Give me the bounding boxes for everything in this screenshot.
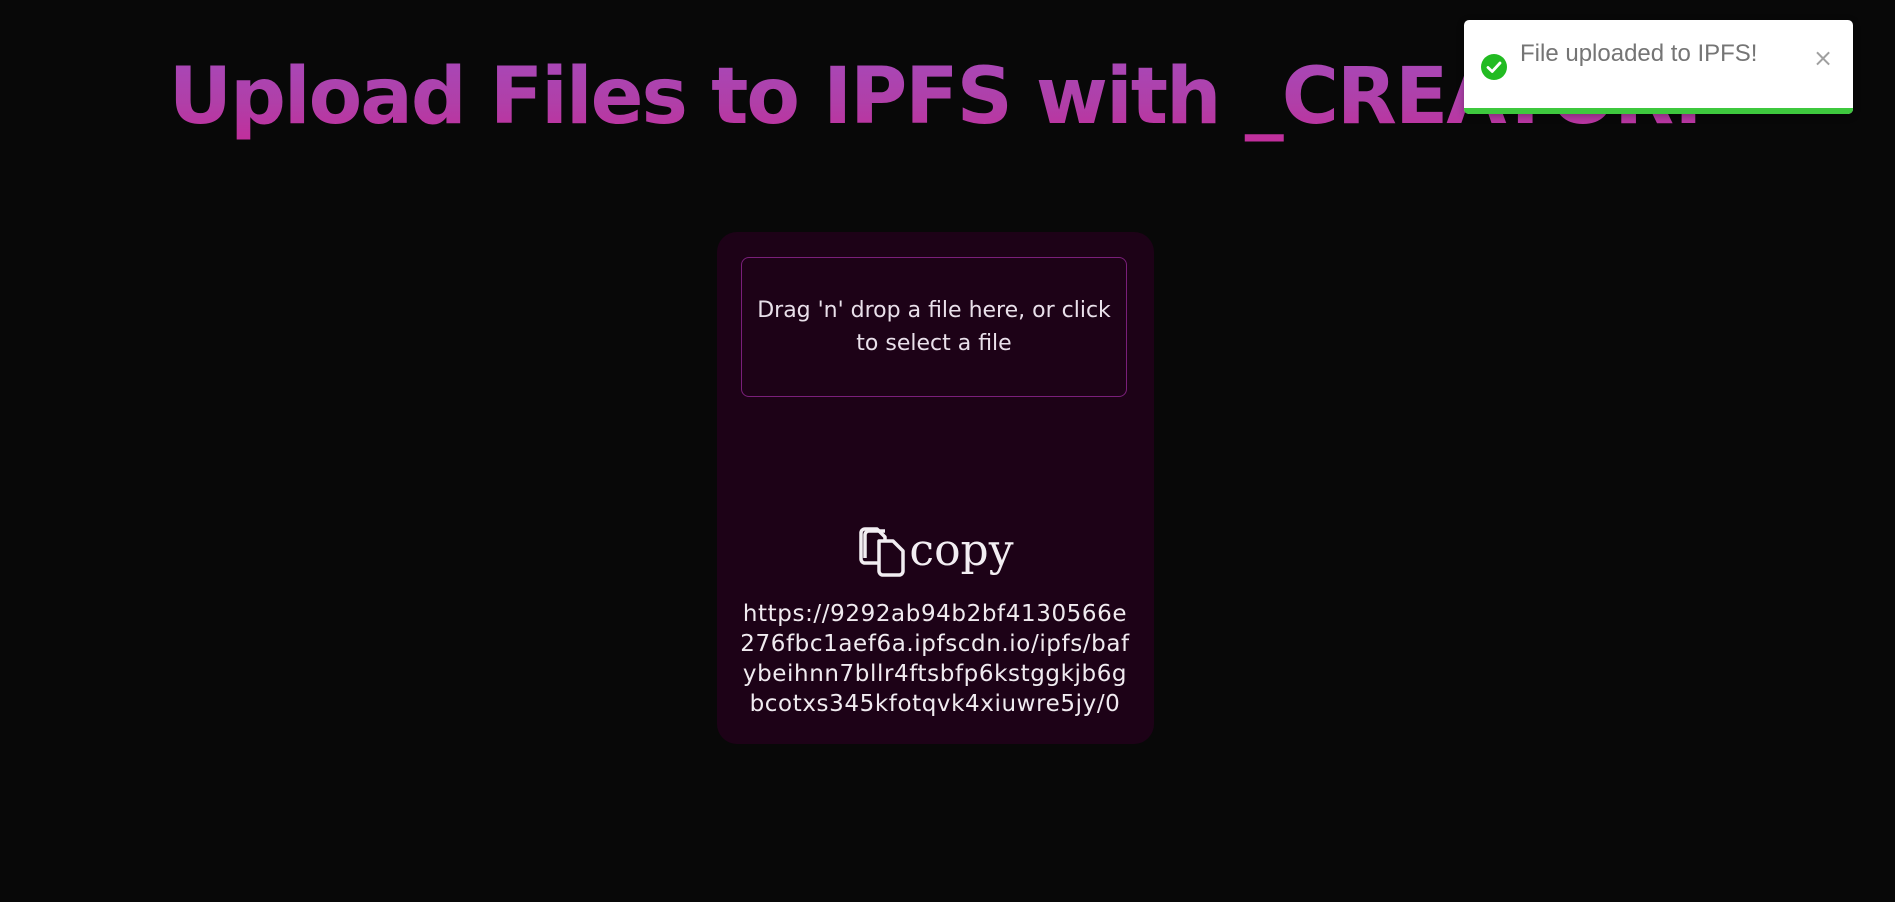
toast-notification: File uploaded to IPFS! × bbox=[1464, 20, 1853, 114]
file-dropzone[interactable]: Drag 'n' drop a file here, or click to s… bbox=[741, 257, 1127, 397]
upload-card: Drag 'n' drop a file here, or click to s… bbox=[717, 232, 1154, 744]
check-circle-icon bbox=[1481, 54, 1507, 80]
toast-message: File uploaded to IPFS! bbox=[1520, 40, 1758, 67]
copy-button[interactable]: copy bbox=[717, 525, 1154, 577]
copy-label: copy bbox=[909, 525, 1014, 576]
dropzone-text: Drag 'n' drop a file here, or click to s… bbox=[757, 298, 1111, 356]
close-icon[interactable]: × bbox=[1813, 46, 1833, 70]
toast-progress-bar bbox=[1464, 108, 1853, 114]
ipfs-link[interactable]: https://9292ab94b2bf4130566e276fbc1aef6a… bbox=[737, 599, 1133, 719]
copy-icon bbox=[857, 525, 907, 577]
